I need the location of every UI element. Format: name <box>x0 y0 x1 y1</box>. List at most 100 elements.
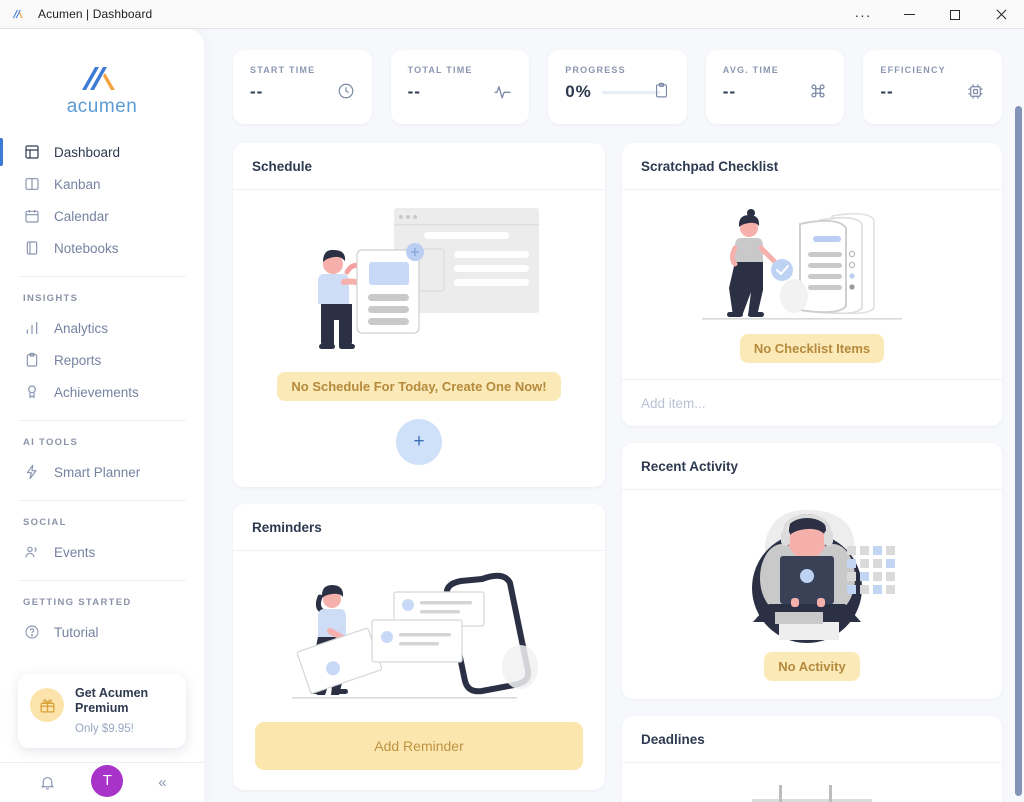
add-reminder-button[interactable]: Add Reminder <box>255 722 583 770</box>
premium-price: Only $9.95! <box>75 723 134 735</box>
stat-card-start-time: START TIME -- <box>233 50 372 124</box>
schedule-empty-illustration <box>269 204 569 364</box>
premium-title: Get Acumen Premium <box>75 686 149 715</box>
schedule-empty-message: No Schedule For Today, Create One Now! <box>277 372 561 401</box>
stat-label: PROGRESS <box>565 65 626 75</box>
scrollbar-thumb[interactable] <box>1015 106 1022 796</box>
collapse-sidebar-button[interactable]: « <box>158 774 166 791</box>
users-icon <box>23 543 41 561</box>
sidebar-item-label: Events <box>54 544 96 560</box>
bell-icon[interactable] <box>39 774 56 791</box>
scratchpad-empty-message: No Checklist Items <box>739 334 885 363</box>
window-title: Acumen | Dashboard <box>38 7 153 21</box>
sidebar-item-label: Calendar <box>54 208 109 224</box>
scratchpad-card-title: Scratchpad Checklist <box>622 143 1002 190</box>
stat-value: -- <box>880 82 894 101</box>
reminders-card-title: Reminders <box>233 504 605 551</box>
schedule-card: Schedule No Schedule For Today, Create O… <box>233 143 605 487</box>
stat-value: 0% <box>565 82 592 101</box>
nav-group-title-social: SOCIAL <box>23 517 67 528</box>
sidebar-item-label: Notebooks <box>54 240 119 256</box>
stat-label: START TIME <box>250 65 316 75</box>
acumen-logo-icon <box>82 67 115 90</box>
stat-card-progress: PROGRESS 0% <box>548 50 687 124</box>
stat-value: -- <box>407 82 421 101</box>
close-icon <box>996 9 1006 20</box>
right-column: Scratchpad Checklist No Checklist Items … <box>622 143 1002 802</box>
sidebar-item-smart-planner[interactable]: Smart Planner <box>16 456 188 488</box>
calendar-icon <box>23 207 41 225</box>
sidebar-item-calendar[interactable]: Calendar <box>16 200 188 232</box>
medal-icon <box>23 383 41 401</box>
recent-activity-empty-message: No Activity <box>764 652 860 681</box>
premium-promo-wrapper: Get Acumen Premium Only $9.95! <box>0 674 204 762</box>
add-schedule-button[interactable]: + <box>396 419 442 465</box>
cpu-chip-icon <box>966 82 985 101</box>
maximize-icon <box>950 9 960 20</box>
nav-group-social: Events <box>0 536 204 568</box>
columns-icon <box>23 175 41 193</box>
main-scrollbar[interactable] <box>1015 60 1022 800</box>
sidebar-item-label: Analytics <box>54 320 109 336</box>
progress-bar <box>601 90 660 94</box>
sidebar-item-notebooks[interactable]: Notebooks <box>16 232 188 264</box>
nav-group-title-insights: INSIGHTS <box>23 293 79 304</box>
plus-icon: + <box>413 431 425 452</box>
window-title-bar: Acumen | Dashboard ··· <box>0 0 1024 29</box>
sidebar-item-label: Dashboard <box>54 144 121 160</box>
sidebar-item-label: Reports <box>54 352 102 368</box>
scratchpad-empty-illustration <box>682 202 942 330</box>
scratchpad-checklist-card: Scratchpad Checklist No Checklist Items … <box>622 143 1002 426</box>
sidebar: acumen Dashboard Kanban Calendar Noteboo… <box>0 29 204 802</box>
recent-activity-card: Recent Activity No Activity <box>622 443 1002 699</box>
stats-row: START TIME -- TOTAL TIME -- PROGRESS 0% … <box>233 50 1002 124</box>
recent-activity-card-title: Recent Activity <box>622 443 1002 490</box>
add-item-placeholder: Add item... <box>641 395 706 411</box>
stat-value: -- <box>250 82 264 101</box>
gift-icon <box>30 688 64 722</box>
add-checklist-item-input[interactable]: Add item... <box>622 379 1002 426</box>
sidebar-item-kanban[interactable]: Kanban <box>16 168 188 200</box>
lightning-bolt-icon <box>23 463 41 481</box>
window-maximize-button[interactable] <box>932 0 978 29</box>
sidebar-item-label: Achievements <box>54 384 139 400</box>
activity-icon <box>493 82 512 101</box>
sidebar-item-label: Kanban <box>54 176 101 192</box>
acumen-logo-icon <box>11 7 25 21</box>
sidebar-item-label: Tutorial <box>54 624 99 640</box>
nav-group-ai-tools: Smart Planner <box>0 456 204 488</box>
sidebar-item-events[interactable]: Events <box>16 536 188 568</box>
avatar[interactable]: T <box>91 764 124 797</box>
reminders-card: Reminders Add Reminder <box>233 504 605 790</box>
sidebar-item-reports[interactable]: Reports <box>16 344 188 376</box>
sidebar-item-tutorial[interactable]: Tutorial <box>16 616 188 648</box>
window-minimize-button[interactable] <box>886 0 932 29</box>
stat-label: EFFICIENCY <box>880 65 946 75</box>
deadlines-card: Deadlines <box>622 716 1002 802</box>
window-more-button[interactable]: ··· <box>840 0 886 29</box>
window-close-button[interactable] <box>978 0 1024 29</box>
stat-card-efficiency: EFFICIENCY -- <box>863 50 1002 124</box>
stat-label: AVG. TIME <box>722 65 779 75</box>
add-reminder-label: Add Reminder <box>374 738 464 754</box>
nav-group-getting-started: Tutorial <box>0 616 204 648</box>
reminders-empty-illustration <box>274 567 564 712</box>
layout-dashboard-icon <box>23 143 41 161</box>
left-column: Schedule No Schedule For Today, Create O… <box>233 143 605 802</box>
deadlines-card-title: Deadlines <box>622 716 1002 763</box>
sidebar-item-label: Smart Planner <box>54 464 141 480</box>
stat-card-avg-time: AVG. TIME -- <box>705 50 845 124</box>
avatar-initial: T <box>102 772 112 789</box>
command-icon <box>809 82 827 100</box>
stat-value: -- <box>722 82 737 101</box>
sidebar-item-dashboard[interactable]: Dashboard <box>0 136 188 168</box>
sidebar-item-achievements[interactable]: Achievements <box>16 376 188 408</box>
window-controls: ··· <box>840 0 1024 29</box>
premium-promo-card[interactable]: Get Acumen Premium Only $9.95! <box>18 674 186 748</box>
brand-wordmark: acumen <box>66 96 138 117</box>
question-circle-icon <box>23 623 41 641</box>
nav-group-insights: Analytics Reports Achievements <box>0 312 204 408</box>
schedule-card-title: Schedule <box>233 143 605 190</box>
sidebar-item-analytics[interactable]: Analytics <box>16 312 188 344</box>
bar-chart-icon <box>23 319 41 337</box>
